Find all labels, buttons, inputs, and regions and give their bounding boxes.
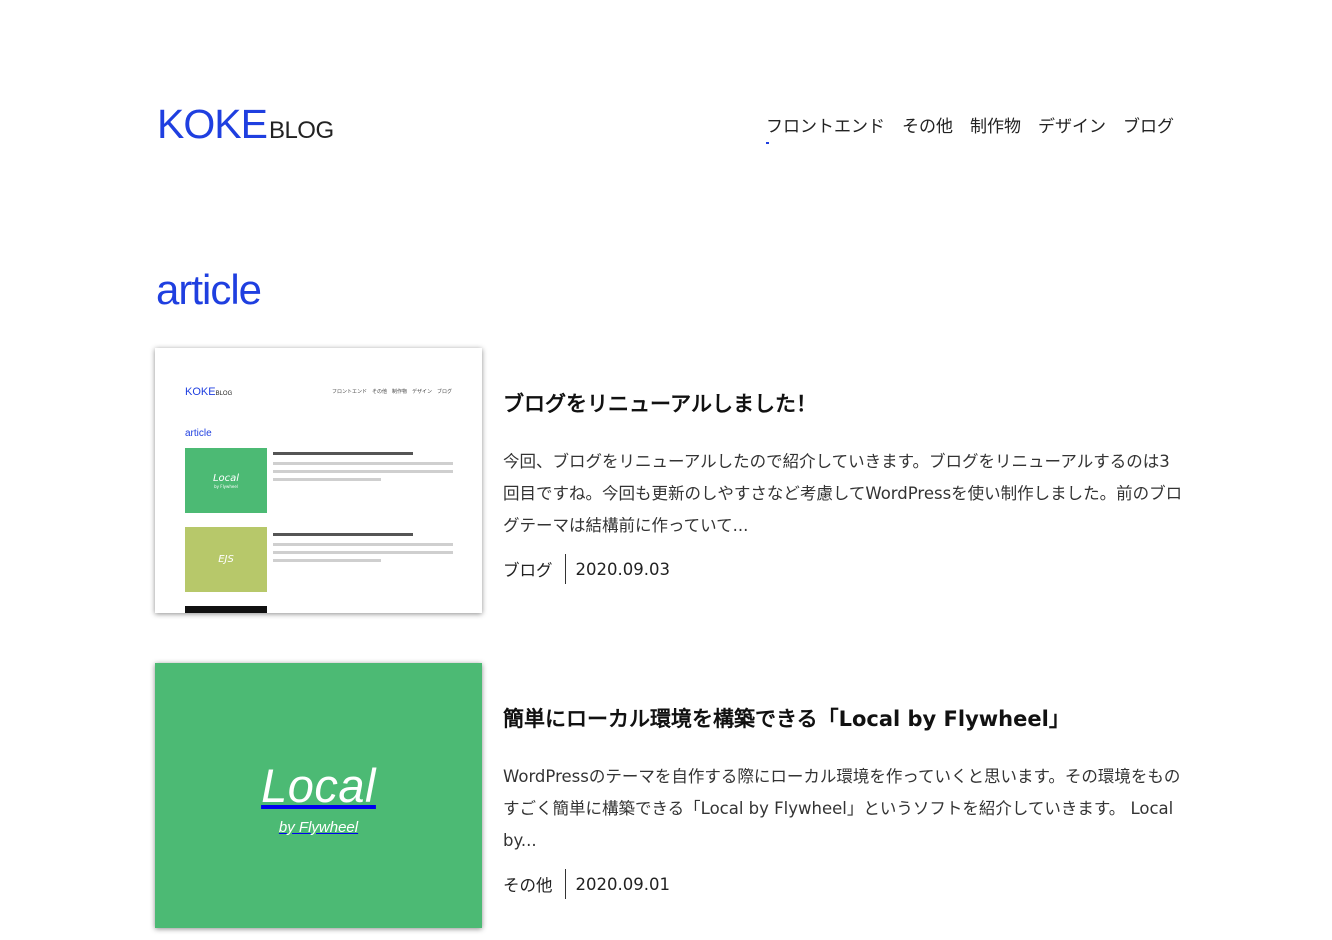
site-screenshot-thumbnail: KOKEBLOG フロントエンド その他 制作物 デザイン ブログ articl… bbox=[155, 348, 482, 613]
article-title[interactable]: 簡単にローカル環境を構築できる「Local by Flywheel」 bbox=[503, 703, 1185, 733]
thumbnail-card-ejs: EJS bbox=[185, 527, 267, 592]
logo-sub-text: BLOG bbox=[268, 117, 334, 144]
article-date: 2020.09.03 bbox=[575, 559, 670, 579]
article-body: 簡単にローカル環境を構築できる「Local by Flywheel」 WordP… bbox=[503, 703, 1185, 899]
thumbnail-text-lines bbox=[273, 452, 453, 486]
article-meta: ブログ 2020.09.03 bbox=[503, 554, 1185, 584]
nav-item-other[interactable]: その他 bbox=[902, 112, 953, 137]
local-by-flywheel-thumbnail: Local by Flywheel bbox=[155, 663, 482, 928]
article-title[interactable]: ブログをリニューアルしました！ bbox=[503, 388, 1185, 418]
nav-item-works[interactable]: 制作物 bbox=[970, 112, 1021, 137]
logo-main-text: KOKE bbox=[157, 101, 268, 147]
article-thumbnail[interactable]: Local by Flywheel bbox=[155, 663, 482, 928]
article-body: ブログをリニューアルしました！ 今回、ブログをリニューアルしたので紹介していきま… bbox=[503, 388, 1185, 584]
thumbnail-subtext: by Flywheel bbox=[278, 818, 359, 836]
thumbnail-text-lines bbox=[273, 533, 453, 567]
nav-item-frontend[interactable]: フロントエンド bbox=[766, 112, 885, 144]
article-category[interactable]: その他 bbox=[503, 872, 565, 896]
thumbnail-card-local: Local by Flywheel bbox=[185, 448, 267, 513]
thumbnail-section-title: article bbox=[185, 428, 212, 439]
article-excerpt: 今回、ブログをリニューアルしたので紹介していきます。ブログをリニューアルするのは… bbox=[503, 452, 1183, 535]
thumbnail-card-dark bbox=[185, 606, 267, 613]
article-meta: その他 2020.09.01 bbox=[503, 869, 1185, 899]
thumbnail-logo: KOKEBLOG bbox=[185, 386, 233, 398]
article-category[interactable]: ブログ bbox=[503, 557, 565, 581]
nav-item-blog[interactable]: ブログ bbox=[1123, 112, 1174, 137]
thumbnail-word: Local bbox=[261, 758, 376, 812]
article-date: 2020.09.01 bbox=[575, 874, 670, 894]
global-nav: フロントエンド その他 制作物 デザイン ブログ bbox=[766, 112, 1174, 144]
site-logo[interactable]: KOKE BLOG bbox=[157, 101, 334, 148]
nav-item-design[interactable]: デザイン bbox=[1038, 112, 1106, 137]
article-thumbnail[interactable]: KOKEBLOG フロントエンド その他 制作物 デザイン ブログ articl… bbox=[155, 348, 482, 613]
thumbnail-nav: フロントエンド その他 制作物 デザイン ブログ bbox=[331, 389, 452, 395]
article-excerpt: WordPressのテーマを自作する際にローカル環境を作っていくと思います。その… bbox=[503, 767, 1181, 850]
section-title: article bbox=[156, 266, 262, 313]
